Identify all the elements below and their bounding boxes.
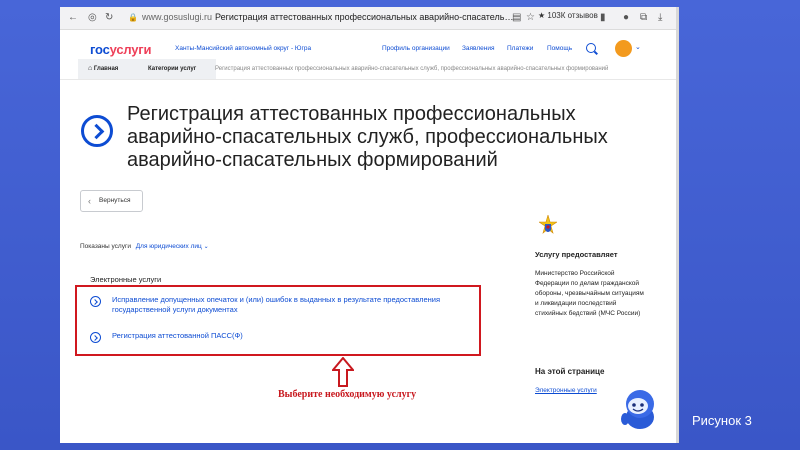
reviews-badge[interactable]: ★ 103К отзывов <box>538 11 598 20</box>
assistant-robot-icon[interactable] <box>619 387 661 433</box>
breadcrumb-categories[interactable]: Категории услуг <box>138 59 216 79</box>
figure-caption: Рисунок 3 <box>692 413 752 428</box>
nav-profile[interactable]: Профиль организации <box>382 45 450 52</box>
logo-part-gos: гос <box>90 42 110 57</box>
chevron-down-icon: ⌄ <box>203 244 209 250</box>
nav-payments[interactable]: Платежи <box>507 45 533 52</box>
back-arrow-icon[interactable]: ← <box>68 11 78 25</box>
breadcrumb: ⌂ Главная Категории услуг Регистрация ат… <box>60 59 679 80</box>
browser-window: ← ◎ ↻ 🔒 www.gosuslugi.ru Регистрация атт… <box>60 7 679 443</box>
breadcrumb-current: Регистрация аттестованных профессиональн… <box>215 66 609 72</box>
title-arrow-icon <box>81 115 113 147</box>
filter-dropdown[interactable]: Для юридических лиц ⌄ <box>136 243 209 250</box>
filter-label: Показаны услуги <box>80 243 131 250</box>
service-link-correction[interactable]: Исправление допущенных опечаток и (или) … <box>90 295 470 317</box>
breadcrumb-separator <box>206 59 213 79</box>
nav-help[interactable]: Помощь <box>547 45 572 52</box>
page-title: Регистрация аттестованных профессиональн… <box>127 103 608 171</box>
filter-value: Для юридических лиц <box>135 243 202 250</box>
download-icon[interactable]: ⤓ <box>658 11 662 25</box>
search-icon[interactable] <box>586 43 596 53</box>
chevron-down-icon[interactable]: ⌄ <box>635 43 641 51</box>
provider-text: Министерство Российской Федерации по дел… <box>535 270 644 317</box>
service-link-registration[interactable]: Регистрация аттестованной ПАСС(Ф) <box>90 331 470 343</box>
shield-icon[interactable]: ◎ <box>88 11 97 25</box>
logo-part-uslugi: услуги <box>109 42 152 57</box>
scrollbar[interactable] <box>676 7 679 443</box>
on-page-heading: На этой странице <box>535 367 605 376</box>
service-label: Исправление допущенных опечаток и (или) … <box>112 295 441 314</box>
extensions-icon[interactable]: ⧉ <box>640 11 647 25</box>
lock-icon: 🔒 <box>128 13 138 22</box>
annotation-text: Выберите необходимую услугу <box>278 389 417 400</box>
browser-toolbar: ← ◎ ↻ 🔒 www.gosuslugi.ru Регистрация атт… <box>60 7 679 30</box>
nav-applications[interactable]: Заявления <box>462 45 495 52</box>
back-button-label: Вернуться <box>99 197 131 204</box>
region-selector[interactable]: Ханты-Мансийский автономный округ - Югра <box>175 45 311 52</box>
refresh-icon[interactable]: ↻ <box>105 11 113 25</box>
services-filter: Показаны услуги Для юридических лиц ⌄ <box>80 243 209 250</box>
chevron-left-icon: ‹ <box>88 196 91 206</box>
provider-heading: Услугу предоставляет <box>535 250 618 259</box>
chevron-circle-icon <box>90 332 101 343</box>
avatar[interactable] <box>615 40 632 57</box>
address-bar[interactable]: www.gosuslugi.ru <box>142 12 212 22</box>
mchs-emblem-icon <box>539 215 557 234</box>
service-label: Регистрация аттестованной ПАСС(Ф) <box>112 331 243 340</box>
breadcrumb-home-label: Главная <box>93 66 119 72</box>
profile-icon[interactable]: ● <box>623 11 629 25</box>
bookmark-flag-icon[interactable]: ▮ <box>600 11 606 25</box>
back-button[interactable]: ‹ Вернуться <box>80 190 143 212</box>
bookmark-icon[interactable]: ☆ <box>526 11 535 25</box>
home-icon: ⌂ <box>88 65 93 72</box>
chevron-circle-icon <box>90 296 101 307</box>
tab-title: Регистрация аттестованных профессиональн… <box>215 12 515 22</box>
up-arrow-annotation-icon <box>332 357 354 387</box>
on-page-link[interactable]: Электронные услуги <box>535 387 597 394</box>
reader-icon[interactable]: ▤ <box>512 11 521 25</box>
gosuslugi-logo[interactable]: госуслуги <box>90 42 152 57</box>
electronic-services-heading: Электронные услуги <box>90 275 162 284</box>
